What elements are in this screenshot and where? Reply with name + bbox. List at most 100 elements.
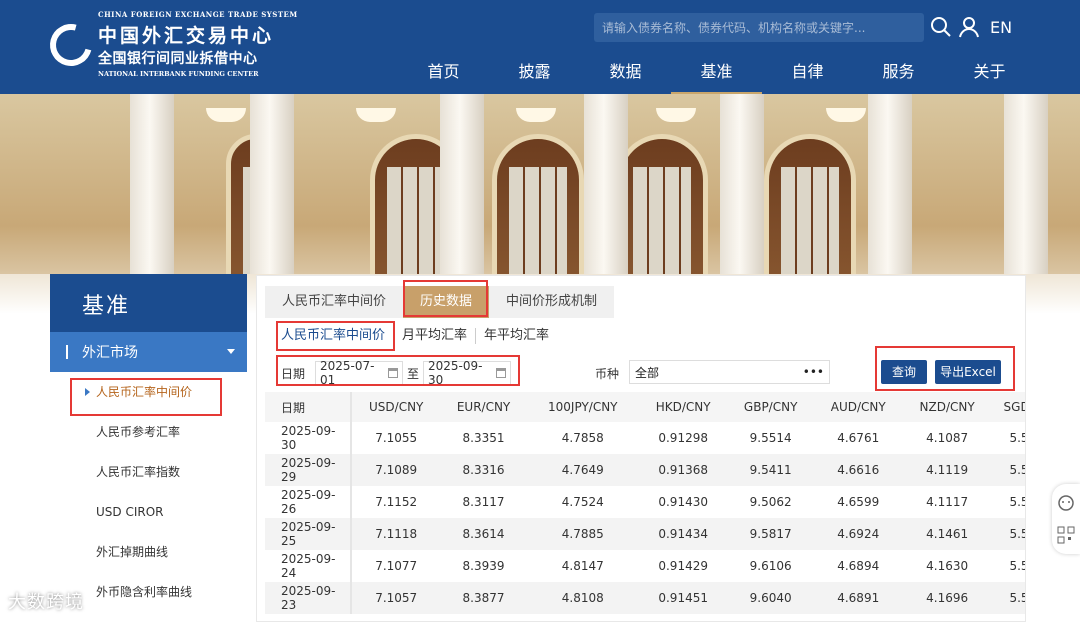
nav-data[interactable]: 数据 xyxy=(580,60,671,94)
cell-rate: 0.91434 xyxy=(638,518,728,550)
cell-rate: 4.6924 xyxy=(813,518,903,550)
cell-rate: 5.54 xyxy=(991,582,1025,614)
table-row: 2025-09-26 7.1152 8.3117 4.7524 0.91430 9.506… xyxy=(265,486,1025,518)
currency-label: 币种 xyxy=(595,367,620,381)
cell-rate: 0.91430 xyxy=(658,495,708,509)
cell-date: 2025-09-29 xyxy=(265,454,352,486)
subtab-yearly-average[interactable]: 年平均汇率 xyxy=(476,328,557,344)
column-header-date: 日期 xyxy=(265,392,352,422)
sidebar-item-usd-ciror[interactable]: USD CIROR xyxy=(50,492,247,532)
cell-rate: 7.1055 xyxy=(375,431,418,445)
cell-rate: 4.6599 xyxy=(837,495,880,509)
cell-rate: 7.1089 xyxy=(351,454,441,486)
search-icon[interactable] xyxy=(929,15,953,39)
subtab-monthly-average[interactable]: 月平均汇率 xyxy=(394,328,477,344)
cell-rate: 9.6040 xyxy=(727,582,814,614)
tab-central-parity[interactable]: 人民币汇率中间价 xyxy=(265,286,403,318)
cell-rate: 7.1152 xyxy=(375,495,418,509)
cell-rate: 5.52 xyxy=(991,518,1025,550)
cell-rate: 5.51 xyxy=(1009,431,1025,445)
cell-date: 2025-09-25 xyxy=(265,518,352,550)
rates-table: 日期 USD/CNY EUR/CNY 100JPY/CNY HKD/CNY GBP/CNY… xyxy=(265,392,1025,622)
highlight-box xyxy=(403,280,488,317)
cell-rate: 4.6761 xyxy=(837,431,880,445)
cell-rate: 4.1630 xyxy=(926,559,969,573)
cell-date: 2025-09-30 xyxy=(265,422,352,454)
cell-rate: 9.5514 xyxy=(749,431,792,445)
search-box xyxy=(594,13,924,42)
nav-services[interactable]: 服务 xyxy=(853,60,944,94)
cell-rate: 4.1119 xyxy=(902,454,992,486)
cell-rate: 7.1118 xyxy=(351,518,441,550)
highlight-box xyxy=(276,355,520,386)
column-header: AUD/CNY xyxy=(813,392,903,422)
user-icon[interactable] xyxy=(957,15,981,39)
cell-rate: 7.1077 xyxy=(375,559,418,573)
table-row: 2025-09-30 7.1055 8.3351 4.7858 0.91298 9.551… xyxy=(265,422,1025,454)
floating-toolbar xyxy=(1052,484,1080,554)
nav-disclosure[interactable]: 披露 xyxy=(489,60,580,94)
qrcode-icon[interactable] xyxy=(1057,526,1075,544)
table-row: 2025-09-25 7.1118 8.3614 4.7885 0.91434 9.581… xyxy=(265,518,1025,550)
logo-cn-title: 中国外汇交易中心 xyxy=(98,25,275,47)
nav-about[interactable]: 关于 xyxy=(944,60,1035,94)
nav-benchmark[interactable]: 基准 xyxy=(671,60,762,94)
column-header: 100JPY/CNY xyxy=(526,392,639,422)
cell-rate: 4.6891 xyxy=(813,582,903,614)
more-icon: ••• xyxy=(802,365,824,379)
cell-rate: 8.3939 xyxy=(462,559,505,573)
cell-rate: 4.1696 xyxy=(902,582,992,614)
sidebar: 基准 外汇市场 人民币汇率中间价 人民币参考汇率 人民币汇率指数 USD CIR… xyxy=(50,274,247,622)
column-header: HKD/CNY xyxy=(638,392,728,422)
cell-rate: 8.3351 xyxy=(462,431,505,445)
column-header: EUR/CNY xyxy=(440,392,527,422)
sidebar-section-fx[interactable]: 外汇市场 xyxy=(50,332,247,372)
cell-rate: 8.3614 xyxy=(440,518,527,550)
cell-rate: 4.7858 xyxy=(561,431,604,445)
cell-rate: 8.3877 xyxy=(440,582,527,614)
site-header: CHINA FOREIGN EXCHANGE TRADE SYSTEM 中国外汇… xyxy=(0,0,1080,94)
logo-en-bottom: NATIONAL INTERBANK FUNDING CENTER xyxy=(98,70,259,78)
logo-en-top: CHINA FOREIGN EXCHANGE TRADE SYSTEM xyxy=(98,10,298,19)
sidebar-item-fx-swap-curve[interactable]: 外汇掉期曲线 xyxy=(50,532,247,572)
tab-mechanism[interactable]: 中间价形成机制 xyxy=(489,286,614,318)
caret-down-icon xyxy=(227,349,235,354)
column-header: SGD/C xyxy=(991,392,1025,422)
chat-icon[interactable] xyxy=(1057,494,1075,512)
highlight-box xyxy=(70,378,222,416)
cell-rate: 4.8108 xyxy=(526,582,639,614)
cell-rate: 5.51 xyxy=(991,454,1025,486)
sidebar-item-rmb-index[interactable]: 人民币汇率指数 xyxy=(50,452,247,492)
cell-rate: 4.7649 xyxy=(526,454,639,486)
language-switch[interactable]: EN xyxy=(990,18,1012,37)
nav-self-regulation[interactable]: 自律 xyxy=(762,60,853,94)
sidebar-title: 基准 xyxy=(50,274,247,332)
cell-rate: 9.6106 xyxy=(749,559,792,573)
sidebar-section-label: 外汇市场 xyxy=(82,345,138,361)
column-header: USD/CNY xyxy=(351,392,441,422)
cell-rate: 9.5411 xyxy=(727,454,814,486)
table-row: 2025-09-23 7.1057 8.3877 4.8108 0.91451 9.604… xyxy=(265,582,1025,614)
currency-value: 全部 xyxy=(635,365,660,380)
cell-rate: 5.50 xyxy=(1009,495,1025,509)
search-input[interactable] xyxy=(602,20,916,35)
cell-rate: 4.7524 xyxy=(561,495,604,509)
logo-mark-icon xyxy=(42,16,100,74)
cell-rate: 8.3316 xyxy=(440,454,527,486)
highlight-box xyxy=(276,321,395,351)
cell-rate: 0.91298 xyxy=(658,431,708,445)
cell-rate: 4.8147 xyxy=(561,559,604,573)
logo-cn-subtitle: 全国银行间同业拆借中心 xyxy=(98,51,258,67)
sidebar-item-rmb-reference-rate[interactable]: 人民币参考汇率 xyxy=(50,412,247,452)
cell-rate: 5.53 xyxy=(1009,559,1025,573)
logo[interactable]: CHINA FOREIGN EXCHANGE TRADE SYSTEM 中国外汇… xyxy=(42,10,297,82)
cell-rate: 4.6616 xyxy=(813,454,903,486)
cell-rate: 4.1117 xyxy=(926,495,969,509)
table-row: 2025-09-29 7.1089 8.3316 4.7649 0.91368 9.541… xyxy=(265,454,1025,486)
cell-rate: 0.91429 xyxy=(658,559,708,573)
cell-rate: 7.1057 xyxy=(351,582,441,614)
currency-select[interactable]: 全部 ••• xyxy=(629,360,830,384)
cell-rate: 0.91368 xyxy=(638,454,728,486)
cell-rate: 9.5817 xyxy=(727,518,814,550)
nav-home[interactable]: 首页 xyxy=(398,60,489,94)
